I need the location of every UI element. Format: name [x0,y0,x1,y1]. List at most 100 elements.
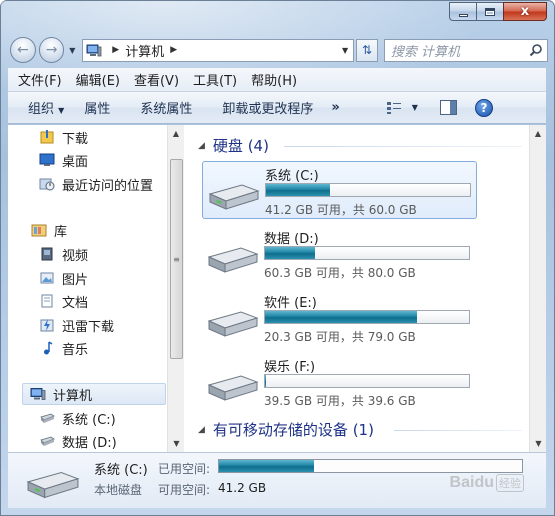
search-icon[interactable] [529,43,543,57]
navigation-pane: 下载 桌面 最近访问的位置 库 视频 图片 文档 迅雷下载 音乐 计算机 系统 … [8,125,167,452]
drive-usage-fill [265,375,266,387]
hard-disk-icon [207,247,259,273]
thunder-download-icon [38,317,56,333]
view-dropdown-icon[interactable]: ▼ [412,103,418,112]
breadcrumb-computer[interactable]: 计算机 [125,41,164,60]
nav-item-documents[interactable]: 文档 [38,290,88,312]
details-pane: 系统 (C:) 已用空间: 本地磁盘 可用空间: 41.2 GB Baidu 经验 [8,452,546,508]
chevron-down-icon: ▼ [58,106,65,115]
organize-button[interactable]: 组织 ▼ [28,98,64,117]
drive-item[interactable]: 数据 (D:) 60.3 GB 可用，共 80.0 GB [202,225,477,283]
drive-item[interactable]: 娱乐 (F:) 39.5 GB 可用，共 39.6 GB [202,353,477,411]
drive-name: 系统 (C:) [265,169,319,184]
maximize-button[interactable] [476,2,503,21]
nav-item-computer[interactable]: 计算机 [22,383,166,405]
hard-disk-icon [207,311,259,337]
refresh-button[interactable]: ⇅ [356,38,378,62]
menu-tools[interactable]: 工具(T) [193,70,237,89]
scroll-thumb[interactable]: ≡ [170,159,183,359]
hard-disk-icon [208,184,260,210]
scroll-up-arrow-icon[interactable]: ▲ [168,125,184,142]
group-header-label: 有可移动存储的设备 (1) [212,421,374,439]
minimize-icon [458,13,468,17]
nav-item-videos[interactable]: 视频 [38,243,88,265]
drive-usage-bar [264,374,470,388]
more-commands-button[interactable]: » [331,100,339,115]
help-icon[interactable]: ? [474,98,493,117]
desktop-icon [38,152,56,168]
organize-label: 组织 [28,102,55,117]
content-pane: ◢ 硬盘 (4) 系统 (C:) 41.2 GB 可用，共 60.0 GB 数据… [184,125,529,452]
nav-item-drive-c[interactable]: 系统 (C:) [38,407,116,429]
nav-item-label: 系统 (C:) [62,412,116,428]
group-header-removable[interactable]: ◢ 有可移动存储的设备 (1) [198,419,374,440]
drive-item[interactable]: 系统 (C:) 41.2 GB 可用，共 60.0 GB [202,161,477,219]
recent-pages-dropdown[interactable]: ▼ [66,46,78,55]
details-usage-bar [218,459,523,473]
nav-item-thunder-downloads[interactable]: 迅雷下载 [38,314,114,336]
drive-usage-fill [265,311,417,323]
breadcrumb-chevron-icon[interactable]: ▶ [170,45,177,55]
nav-item-desktop[interactable]: 桌面 [38,149,88,171]
command-bar: 组织 ▼ 属性 系统属性 卸载或更改程序 » ▼ ? [8,92,546,124]
address-dropdown-icon[interactable]: ▼ [337,46,353,55]
navigation-bar: ← → ▼ ▶ 计算机 ▶ ▼ ⇅ 搜索 计算机 [10,36,549,64]
hard-disk-icon [207,375,259,401]
scroll-down-arrow-icon[interactable]: ▼ [530,435,547,452]
properties-button[interactable]: 属性 [84,98,110,117]
minimize-button[interactable] [449,2,476,21]
drive-name: 数据 (D:) [264,232,319,247]
refresh-icon: ⇅ [361,43,373,57]
details-drive-type: 本地磁盘 [94,483,143,497]
nav-item-recent-places[interactable]: 最近访问的位置 [38,173,153,195]
nav-item-downloads[interactable]: 下载 [38,126,88,148]
forward-arrow-icon: → [45,42,58,58]
nav-item-music[interactable]: 音乐 [38,337,88,359]
navigation-pane-scrollbar[interactable]: ▲ ≡ ▼ [167,125,184,452]
address-bar[interactable]: ▶ 计算机 ▶ ▼ [82,38,355,62]
menu-file[interactable]: 文件(F) [18,70,62,89]
system-properties-button[interactable]: 系统属性 [140,98,192,117]
group-divider [284,146,522,147]
maximize-icon [485,7,495,16]
forward-button[interactable]: → [38,37,65,63]
menu-help[interactable]: 帮助(H) [251,70,297,89]
close-icon: x [520,4,530,19]
drive-free-space: 60.3 GB 可用，共 80.0 GB [264,266,416,280]
hard-disk-icon [26,471,80,499]
uninstall-program-button[interactable]: 卸载或更改程序 [222,98,313,117]
collapse-triangle-icon[interactable]: ◢ [198,141,205,151]
videos-icon [38,246,56,262]
nav-item-label: 库 [54,224,68,240]
nav-item-pictures[interactable]: 图片 [38,267,88,289]
watermark-logo: Baidu 经验 [450,474,524,492]
group-divider [394,430,522,431]
menu-bar: 文件(F) 编辑(E) 查看(V) 工具(T) 帮助(H) [8,68,546,92]
back-button[interactable]: ← [10,37,36,63]
group-header-label: 硬盘 (4) [212,137,269,155]
nav-item-label: 文档 [62,295,89,311]
details-free-label: 可用空间: [158,483,211,497]
documents-icon [38,293,56,309]
libraries-icon [30,222,48,238]
scroll-up-arrow-icon[interactable]: ▲ [530,125,546,142]
breadcrumb-chevron-icon[interactable]: ▶ [112,45,119,55]
nav-item-drive-d[interactable]: 数据 (D:) [38,430,117,452]
recent-places-icon [38,176,56,192]
search-input[interactable]: 搜索 计算机 [383,38,549,62]
change-view-button[interactable]: ▼ [386,101,418,115]
nav-item-libraries[interactable]: 库 [30,219,67,241]
back-arrow-icon: ← [16,42,29,58]
drive-usage-bar [264,310,470,324]
menu-view[interactable]: 查看(V) [134,70,179,89]
group-header-hard-disks[interactable]: ◢ 硬盘 (4) [198,135,269,156]
drive-usage-bar [265,183,471,197]
collapse-triangle-icon[interactable]: ◢ [198,425,205,435]
drive-item[interactable]: 软件 (E:) 20.3 GB 可用，共 79.0 GB [202,289,477,347]
menu-edit[interactable]: 编辑(E) [76,70,120,89]
close-button[interactable]: x [503,2,547,21]
scroll-down-arrow-icon[interactable]: ▼ [168,435,185,452]
content-pane-scrollbar[interactable]: ▲ ▼ [529,125,546,452]
preview-pane-button[interactable] [439,100,457,115]
drive-free-space: 41.2 GB 可用，共 60.0 GB [265,203,417,217]
